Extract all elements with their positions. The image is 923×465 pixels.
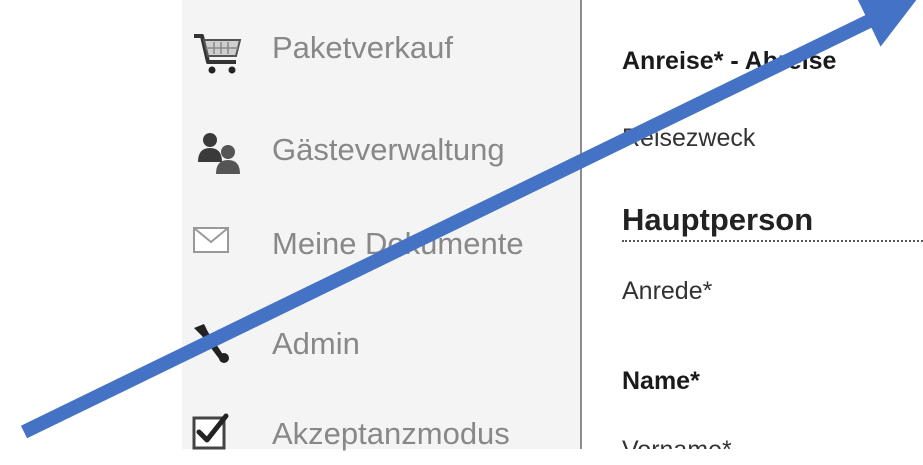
travel-purpose-label: Reisezweck <box>622 124 756 152</box>
arrival-departure-label: Anreise* - Abreise <box>622 47 837 75</box>
name-label: Name* <box>622 367 700 395</box>
firstname-label: Vorname* <box>622 436 732 449</box>
sidebar-nav: Paketverkauf Gästeverwaltung Meine Dokum… <box>182 0 580 451</box>
sidebar-item-gaesteverwaltung[interactable]: Gästeverwaltung <box>182 120 580 180</box>
wrench-icon <box>190 322 246 370</box>
sidebar-item-label: Meine Dokumente <box>272 226 524 261</box>
sidebar-item-label: Admin <box>272 326 360 361</box>
booking-form: Anreise* - Abreise Reisezweck Hauptperso… <box>582 0 923 449</box>
sidebar-item-admin[interactable]: Admin <box>182 314 580 374</box>
section-divider <box>622 240 923 242</box>
shopping-cart-icon <box>190 26 246 74</box>
sidebar-item-label: Akzeptanzmodus <box>272 416 510 451</box>
checkbox-icon <box>190 412 246 460</box>
sidebar-item-label: Paketverkauf <box>272 30 453 65</box>
users-icon <box>190 128 246 176</box>
sidebar-item-label: Gästeverwaltung <box>272 132 505 167</box>
sidebar-item-meine-dokumente[interactable]: Meine Dokumente <box>182 214 580 274</box>
sidebar-item-akzeptanzmodus[interactable]: Akzeptanzmodus <box>182 404 580 464</box>
section-heading-hauptperson: Hauptperson <box>622 202 814 237</box>
left-margin <box>0 0 182 449</box>
envelope-icon <box>190 222 246 270</box>
sidebar-item-paketverkauf[interactable]: Paketverkauf <box>182 18 580 78</box>
salutation-label: Anrede* <box>622 277 713 305</box>
